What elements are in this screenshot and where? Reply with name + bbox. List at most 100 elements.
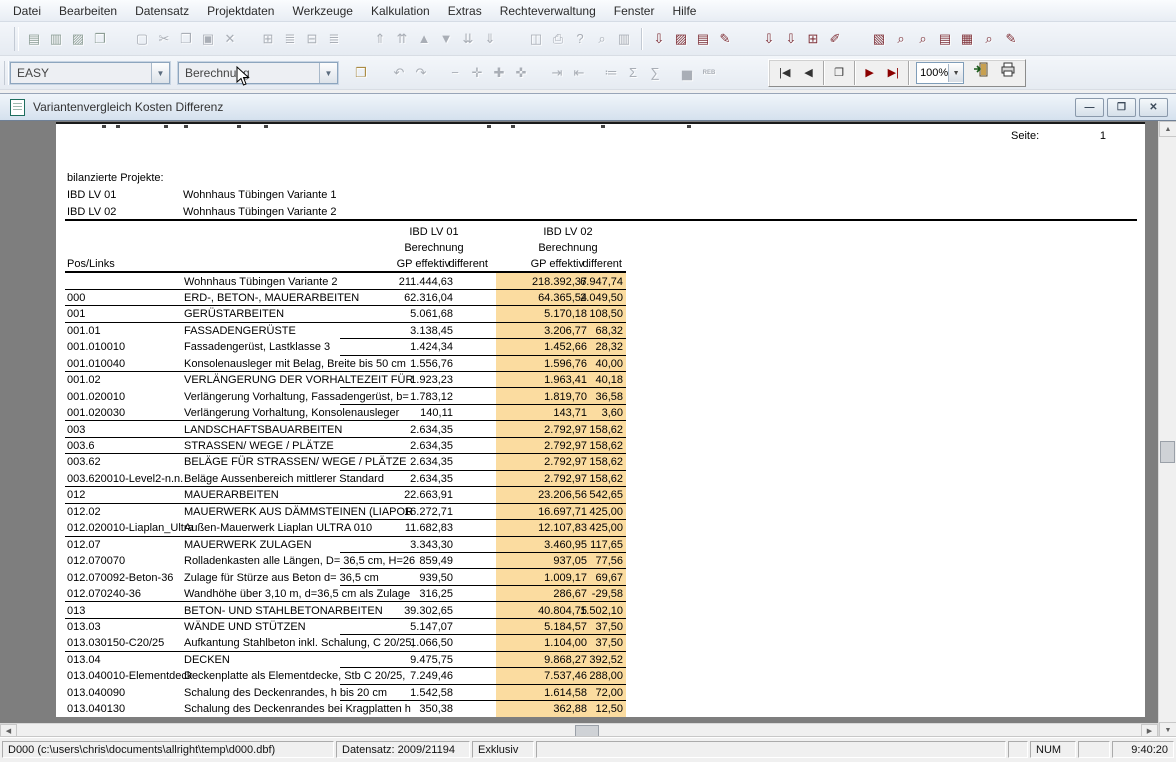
- move-down-icon[interactable]: ▼: [435, 29, 457, 49]
- cell-different: 158,62: [523, 456, 623, 468]
- scroll-left-icon[interactable]: ◀: [0, 724, 17, 738]
- view-combobox[interactable]: Berechnung ▼: [178, 62, 338, 84]
- indent-icon[interactable]: ⇥: [546, 63, 568, 83]
- search-data-icon[interactable]: ⌕: [912, 29, 934, 49]
- menu-projektdaten[interactable]: Projektdaten: [198, 1, 283, 21]
- print-button[interactable]: [995, 62, 1021, 84]
- delete-icon[interactable]: ✕: [219, 29, 241, 49]
- cell-gp-effektiv-1: 1.424,34: [343, 341, 453, 353]
- minimize-button[interactable]: —: [1075, 98, 1104, 117]
- zoom-value: 100%: [917, 67, 948, 79]
- help-icon[interactable]: ?: [569, 29, 591, 49]
- zoom-select[interactable]: 100% ▼: [916, 62, 964, 84]
- outdent-icon[interactable]: ⇤: [568, 63, 590, 83]
- copies-icon[interactable]: ❐: [89, 29, 111, 49]
- menu-werkzeuge[interactable]: Werkzeuge: [283, 1, 361, 21]
- cell-desc: DECKEN: [184, 654, 230, 666]
- previous-page-button[interactable]: ◀: [797, 62, 821, 84]
- close-preview-button[interactable]: [968, 62, 994, 84]
- toolbar-grip[interactable]: [4, 61, 9, 85]
- next-page-button[interactable]: ▶: [858, 62, 882, 84]
- cut-icon[interactable]: ✂: [153, 29, 175, 49]
- search-record-icon[interactable]: ⌕: [978, 29, 1000, 49]
- status-file-path: D000 (c:\users\chris\documents\allright\…: [2, 741, 334, 758]
- menu-fenster[interactable]: Fenster: [605, 1, 664, 21]
- document-export-icon[interactable]: ▤: [934, 29, 956, 49]
- copy-icon[interactable]: ❐: [175, 29, 197, 49]
- columns-icon[interactable]: ▥: [613, 29, 635, 49]
- layout-combobox[interactable]: EASY ▼: [10, 62, 170, 84]
- move-pagedown-icon[interactable]: ⇊: [457, 29, 479, 49]
- document-edit-icon[interactable]: ✎: [714, 29, 736, 49]
- chevron-down-icon[interactable]: ▼: [319, 63, 337, 83]
- user-edit-icon[interactable]: ✎: [1000, 29, 1022, 49]
- restore-button[interactable]: ❐: [1107, 98, 1136, 117]
- document-formula-icon[interactable]: ▦: [956, 29, 978, 49]
- chevron-down-icon[interactable]: ▼: [151, 63, 169, 83]
- fetch-all-icon[interactable]: ⇩: [780, 29, 802, 49]
- close-button[interactable]: ✕: [1139, 98, 1168, 117]
- paste-icon[interactable]: ▣: [197, 29, 219, 49]
- pages-button[interactable]: ❐: [827, 62, 851, 84]
- hierarchy-add-icon[interactable]: ⊞: [257, 29, 279, 49]
- vertical-scrollbar-thumb[interactable]: [1160, 441, 1175, 463]
- cell-gp-effektiv-1: 1.066,50: [343, 637, 453, 649]
- first-page-button[interactable]: |◀: [773, 62, 797, 84]
- tile-windows-icon[interactable]: ⊞: [802, 29, 824, 49]
- toolbar-gap: [532, 73, 546, 74]
- menu-datei[interactable]: Datei: [4, 1, 50, 21]
- open-icon[interactable]: ❐: [350, 63, 372, 83]
- search-icon[interactable]: ⌕: [591, 29, 613, 49]
- list-icon[interactable]: ≔: [600, 63, 622, 83]
- sum-list-icon[interactable]: Σ: [622, 63, 644, 83]
- check-document-icon[interactable]: ▧: [868, 29, 890, 49]
- last-page-button[interactable]: ▶|: [881, 62, 905, 84]
- menu-hilfe[interactable]: Hilfe: [663, 1, 705, 21]
- cell-pos: 003.620010-Level2-n.n.: [67, 473, 183, 485]
- report-preview-icon[interactable]: ▥: [45, 29, 67, 49]
- duplicate-row-icon[interactable]: ✜: [510, 63, 532, 83]
- menu-bearbeiten[interactable]: Bearbeiten: [50, 1, 126, 21]
- hierarchy-structure-icon[interactable]: ≣: [323, 29, 345, 49]
- sum-icon[interactable]: ∑: [644, 63, 666, 83]
- chevron-down-icon[interactable]: ▼: [948, 64, 963, 82]
- hierarchy-insert-icon[interactable]: ⊟: [301, 29, 323, 49]
- move-first-icon[interactable]: ⇑: [369, 29, 391, 49]
- reb-icon[interactable]: REB: [698, 63, 720, 83]
- archive-icon[interactable]: ▨: [670, 29, 692, 49]
- document-add-icon[interactable]: ▤: [692, 29, 714, 49]
- chart-icon[interactable]: ▅: [676, 63, 698, 83]
- add-row-icon[interactable]: ✚: [488, 63, 510, 83]
- remove-row-icon[interactable]: −: [444, 63, 466, 83]
- print-icon[interactable]: ⎙: [547, 29, 569, 49]
- report-window-titlebar[interactable]: Variantenvergleich Kosten Differenz — ❐ …: [0, 94, 1176, 121]
- data-import-icon[interactable]: ⇩: [648, 29, 670, 49]
- toolbar-icons: ▤▥▨❐▢✂❐▣✕⊞≣⊟≣⇑⇈▲▼⇊⇓◫⎙?⌕▥⇩▨▤✎⇩⇩⊞✐▧⌕⌕▤▦⌕✎: [23, 28, 1022, 50]
- search-project-icon[interactable]: ⌕: [890, 29, 912, 49]
- image-preview-icon[interactable]: ▨: [67, 29, 89, 49]
- horizontal-scrollbar-thumb[interactable]: [575, 725, 599, 737]
- scroll-right-icon[interactable]: ▶: [1141, 724, 1158, 738]
- move-last-icon[interactable]: ⇓: [479, 29, 501, 49]
- scroll-down-icon[interactable]: ▼: [1159, 722, 1176, 738]
- scroll-up-icon[interactable]: ▲: [1159, 121, 1176, 137]
- menu-extras[interactable]: Extras: [439, 1, 491, 21]
- vertical-scrollbar[interactable]: ▲ ▼: [1158, 121, 1176, 738]
- redo-icon[interactable]: ↷: [410, 63, 432, 83]
- toolbar-grip[interactable]: [14, 27, 19, 51]
- insert-row-icon[interactable]: ✛: [466, 63, 488, 83]
- move-pageup-icon[interactable]: ⇈: [391, 29, 413, 49]
- undo-icon[interactable]: ↶: [388, 63, 410, 83]
- print-preview-icon[interactable]: ▤: [23, 29, 45, 49]
- move-up-icon[interactable]: ▲: [413, 29, 435, 49]
- hierarchy-list-icon[interactable]: ≣: [279, 29, 301, 49]
- horizontal-scrollbar[interactable]: ◀ ▶: [0, 723, 1158, 738]
- report-window-icon[interactable]: ◫: [525, 29, 547, 49]
- fetch-record-icon[interactable]: ⇩: [758, 29, 780, 49]
- menu-datensatz[interactable]: Datensatz: [126, 1, 198, 21]
- new-document-icon[interactable]: ▢: [131, 29, 153, 49]
- menu-kalkulation[interactable]: Kalkulation: [362, 1, 439, 21]
- menu-rechteverwaltung[interactable]: Rechteverwaltung: [491, 1, 605, 21]
- print-preview-viewport[interactable]: Seite: 1 bilanzierte Projekte: IBD LV 01…: [0, 121, 1158, 723]
- pin-icon[interactable]: ✐: [824, 29, 846, 49]
